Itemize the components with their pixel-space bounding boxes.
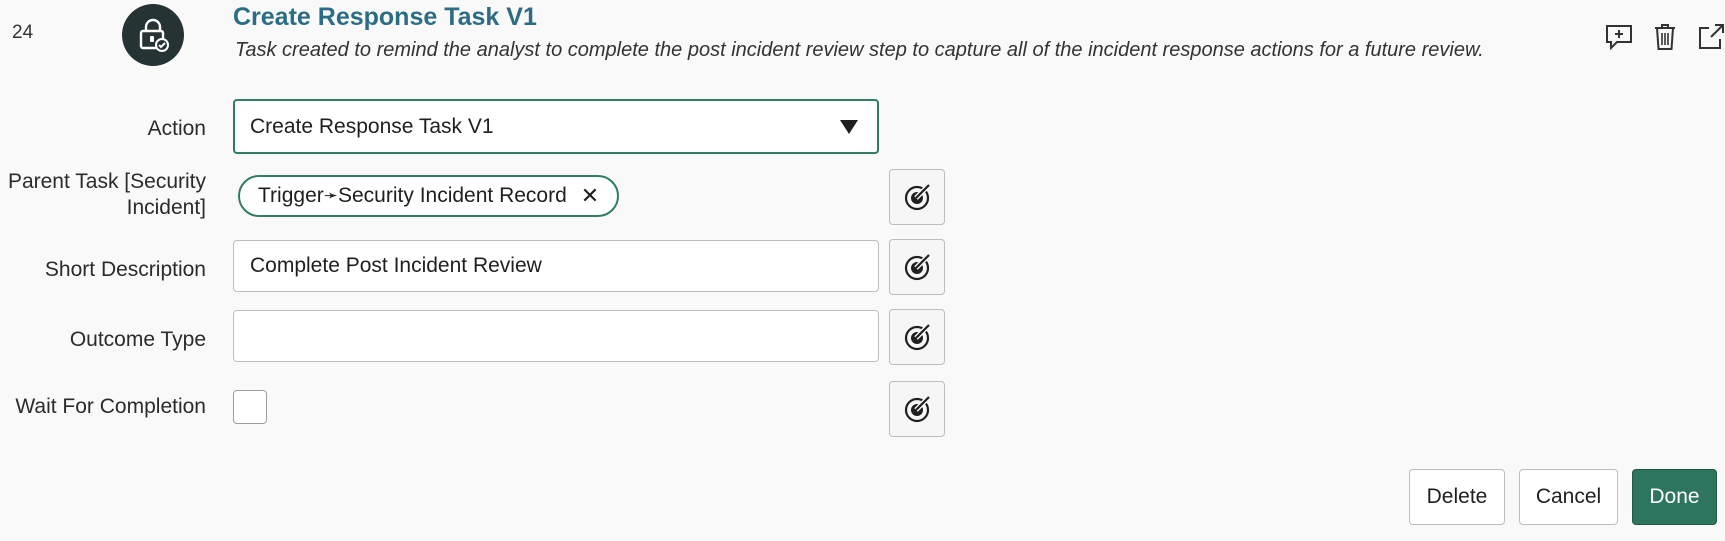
delete-button[interactable]: Delete bbox=[1409, 469, 1505, 525]
pill-trigger-text: Trigger bbox=[258, 184, 324, 207]
data-pill-icon bbox=[904, 323, 931, 351]
data-pill-picker-button-wait-for-completion[interactable] bbox=[889, 381, 945, 437]
parent-task-label-line1: Parent Task [Security bbox=[7, 170, 206, 193]
action-select-value: Create Response Task V1 bbox=[250, 114, 494, 138]
open-external-icon[interactable] bbox=[1696, 22, 1725, 52]
done-button[interactable]: Done bbox=[1632, 469, 1717, 525]
pill-arrow-icon: ➛ bbox=[323, 186, 338, 205]
data-pill-picker-button-parent-task[interactable] bbox=[889, 169, 945, 225]
action-select[interactable]: Create Response Task V1 bbox=[233, 99, 879, 154]
action-label: Action bbox=[147, 117, 206, 140]
short-description-label: Short Description bbox=[44, 258, 206, 281]
trash-icon[interactable] bbox=[1650, 22, 1680, 52]
outcome-type-label: Outcome Type bbox=[69, 328, 206, 351]
wait-for-completion-label: Wait For Completion bbox=[15, 395, 206, 418]
data-pill-picker-button-outcome-type[interactable] bbox=[889, 309, 945, 365]
add-comment-icon[interactable] bbox=[1604, 22, 1634, 52]
data-pill-icon bbox=[904, 395, 931, 423]
step-number: 24 bbox=[12, 22, 34, 43]
parent-task-label: Parent Task [Security Incident] bbox=[8, 169, 206, 221]
parent-task-pill[interactable]: Trigger ➛ Security Incident Record ✕ bbox=[238, 175, 620, 217]
short-description-value: Complete Post Incident Review bbox=[250, 254, 542, 277]
header-actions bbox=[1604, 22, 1725, 52]
pill-record-text: Security Incident Record bbox=[338, 184, 567, 207]
lock-shield-icon bbox=[122, 4, 184, 66]
data-pill-icon bbox=[904, 183, 931, 211]
data-pill-picker-button-short-description[interactable] bbox=[889, 239, 945, 295]
step-description: Task created to remind the analyst to co… bbox=[235, 39, 1484, 61]
data-pill-icon bbox=[904, 253, 931, 281]
outcome-type-input[interactable] bbox=[233, 310, 879, 362]
short-description-input[interactable]: Complete Post Incident Review bbox=[233, 240, 879, 292]
cancel-button[interactable]: Cancel bbox=[1519, 469, 1618, 525]
caret-down-icon bbox=[840, 120, 858, 134]
parent-task-label-line2: Incident] bbox=[126, 196, 206, 219]
remove-pill-icon[interactable]: ✕ bbox=[581, 183, 599, 209]
wait-for-completion-checkbox[interactable] bbox=[233, 390, 267, 424]
step-title[interactable]: Create Response Task V1 bbox=[233, 3, 537, 32]
